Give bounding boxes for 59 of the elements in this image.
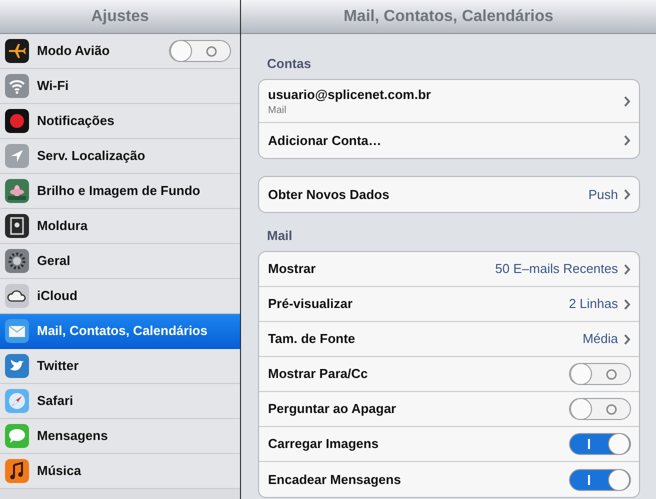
settings-row[interactable]: Pré-visualizar 2 Linhas	[259, 287, 639, 322]
flower-icon	[5, 179, 29, 203]
sidebar-item[interactable]: Notificações	[0, 104, 240, 139]
compass-icon	[5, 389, 29, 413]
page-title: Mail, Contatos, Calendários	[344, 6, 554, 26]
settings-row[interactable]: Tam. de Fonte Média	[259, 322, 639, 357]
sidebar-item[interactable]: Música	[0, 454, 240, 489]
chevron-icon	[624, 96, 631, 106]
sidebar-item[interactable]: Serv. Localização	[0, 139, 240, 174]
settings-row: Encadear Mensagens	[259, 462, 639, 497]
speech-bubble-icon	[5, 424, 29, 448]
settings-row: Mostrar Para/Cc	[259, 357, 639, 392]
sidebar-item[interactable]: Mail, Contatos, Calendários	[0, 314, 240, 349]
sidebar-item[interactable]: iCloud	[0, 279, 240, 314]
sidebar-item[interactable]: Mensagens	[0, 419, 240, 454]
toggle-switch[interactable]	[569, 398, 631, 420]
sidebar-item[interactable]: Twitter	[0, 349, 240, 384]
toggle-switch[interactable]	[569, 433, 631, 455]
setting-value: Média	[582, 330, 618, 348]
wifi-icon	[5, 74, 29, 98]
chevron-icon	[624, 334, 631, 344]
off-circle-icon	[606, 368, 616, 380]
account-type: Mail	[268, 104, 288, 117]
account-name: usuario@splicenet.com.br	[268, 86, 432, 104]
section-header: Contas	[266, 56, 312, 72]
chevron-icon	[624, 298, 631, 310]
frame-icon	[5, 214, 29, 238]
sidebar-item[interactable]: Wi-Fi	[0, 69, 240, 104]
section-header: Mail	[266, 228, 294, 244]
toggle-switch[interactable]	[569, 363, 631, 385]
chevron-icon	[624, 264, 631, 274]
setting-value: Push	[588, 186, 618, 204]
sidebar-item[interactable]: Brilho e Imagem de Fundo	[0, 174, 240, 209]
toggle-switch[interactable]	[169, 40, 231, 62]
setting-value: 50 E–mails Recentes	[495, 260, 618, 278]
settings-row: Perguntar ao Apagar	[259, 392, 639, 427]
chevron-icon	[624, 135, 631, 146]
airplane-icon	[5, 39, 29, 63]
sidebar-item[interactable]: Safari	[0, 384, 240, 419]
music-note-icon	[5, 459, 29, 483]
off-circle-icon	[606, 404, 616, 414]
chevron-icon	[624, 189, 631, 200]
sidebar-item[interactable]: Moldura	[0, 209, 240, 244]
settings-row[interactable]: usuario@splicenet.com.br Mail	[259, 80, 639, 123]
cloud-icon	[5, 284, 29, 308]
gear-icon	[5, 249, 29, 273]
envelope-icon	[5, 319, 29, 343]
setting-value: 2 Linhas	[568, 295, 618, 314]
settings-row[interactable]: Mostrar 50 E–mails Recentes	[259, 252, 639, 287]
settings-row[interactable]: Adicionar Conta…	[259, 123, 639, 158]
settings-row[interactable]: Obter Novos Dados Push	[259, 177, 639, 212]
off-circle-icon	[206, 46, 216, 56]
record-icon	[5, 109, 29, 133]
sidebar-item[interactable]: Modo Avião	[0, 34, 240, 69]
sidebar-item[interactable]: Geral	[0, 244, 240, 279]
sidebar-title: Ajustes	[91, 6, 149, 26]
toggle-switch[interactable]	[569, 468, 631, 490]
bird-icon	[5, 354, 29, 378]
settings-row: Carregar Imagens	[259, 427, 639, 462]
